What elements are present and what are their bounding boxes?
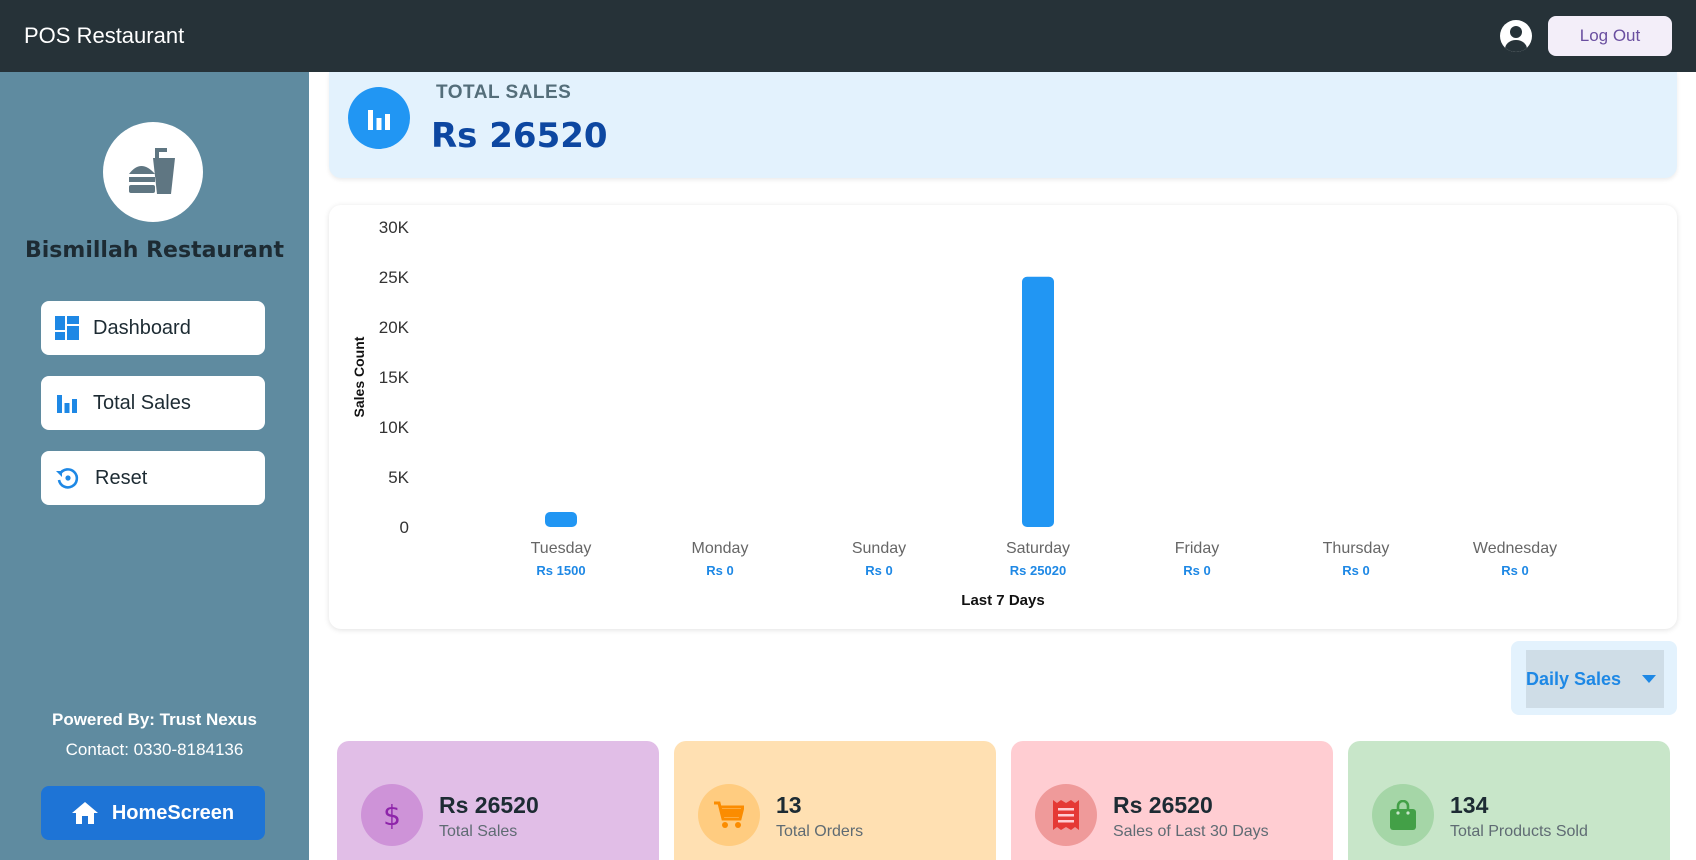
svg-text:$: $: [383, 800, 401, 830]
total-sales-value: Rs 26520: [431, 116, 608, 156]
bar-value-label: Rs 0: [865, 563, 892, 578]
sidebar-item-label: Reset: [95, 466, 148, 489]
reset-icon: [56, 468, 79, 489]
bar-value-label: Rs 0: [1501, 563, 1528, 578]
sales-chart-card: 0 5K 10K 15K 20K 25K 30K Sales Count Tuesday Rs 1…: [329, 205, 1677, 629]
stat-card-sales-30-days: Rs 26520 Sales of Last 30 Days: [1011, 741, 1333, 860]
stat-value: Rs 26520: [1113, 792, 1213, 818]
y-tick-label: 5K: [388, 468, 409, 487]
y-tick-label: 15K: [379, 368, 410, 387]
sidebar-item-label: Total Sales: [93, 391, 191, 414]
x-tick-label: Saturday: [1006, 540, 1070, 557]
chart-bar: [1022, 276, 1054, 527]
stat-label: Total Products Sold: [1450, 823, 1588, 840]
bar-chart-icon: [57, 395, 77, 413]
receipt-icon: [1035, 784, 1097, 846]
y-tick-label: 25K: [379, 268, 410, 287]
logout-button[interactable]: Log Out: [1548, 16, 1672, 56]
sidebar-item-dashboard[interactable]: Dashboard: [41, 301, 265, 355]
app-title: POS Restaurant: [24, 23, 185, 48]
x-tick-label: Sunday: [852, 540, 906, 557]
stat-label: Sales of Last 30 Days: [1113, 823, 1269, 840]
x-tick-label: Friday: [1175, 540, 1219, 557]
top-bar-actions: Log Out: [1500, 16, 1672, 56]
sidebar-item-label: Dashboard: [93, 316, 191, 339]
restaurant-logo: [103, 122, 203, 222]
bar-value-label: Rs 0: [1183, 563, 1210, 578]
account-circle-icon[interactable]: [1500, 20, 1532, 52]
bar-value-label: Rs 1500: [536, 563, 585, 578]
powered-by-text: Powered By: Trust Nexus: [51, 710, 257, 729]
total-sales-card: TOTAL SALES Rs 26520: [329, 72, 1677, 178]
x-axis-label: Last 7 Days: [961, 592, 1044, 609]
x-tick-label: Tuesday: [531, 540, 592, 557]
stat-label: Total Orders: [776, 823, 864, 840]
sidebar-item-reset[interactable]: Reset: [41, 451, 265, 505]
sales-period-value: Daily Sales: [1526, 668, 1622, 689]
restaurant-name: Bismillah Restaurant: [25, 238, 284, 263]
homescreen-label: HomeScreen: [111, 801, 235, 824]
sales-period-select[interactable]: Daily Sales: [1526, 650, 1664, 708]
cart-icon: [698, 784, 760, 846]
x-tick-label: Thursday: [1323, 540, 1390, 557]
stat-value: 134: [1450, 792, 1489, 818]
bar-value-label: Rs 0: [1342, 563, 1369, 578]
dashboard-icon: [55, 316, 79, 340]
sales-bar-chart: 0 5K 10K 15K 20K 25K 30K Sales Count Tuesday Rs 1…: [351, 218, 1557, 609]
dollar-icon: $: [361, 784, 423, 846]
y-tick-label: 0: [400, 518, 409, 537]
y-tick-label: 10K: [379, 418, 410, 437]
stat-value: Rs 26520: [439, 792, 539, 818]
shopping-bag-icon: [1372, 784, 1434, 846]
y-tick-label: 30K: [379, 218, 410, 237]
sidebar-item-total-sales[interactable]: Total Sales: [41, 376, 265, 430]
total-sales-label: TOTAL SALES: [436, 82, 572, 103]
x-tick-label: Wednesday: [1473, 540, 1557, 557]
chart-bar: [545, 512, 577, 527]
chevron-down-icon: [1642, 675, 1656, 683]
stat-value: 13: [776, 792, 802, 818]
sales-filter-container: Daily Sales: [1511, 641, 1677, 715]
top-bar: POS Restaurant Log Out: [0, 0, 1696, 72]
fastfood-icon: [129, 148, 175, 194]
stat-label: Total Sales: [439, 823, 518, 840]
y-axis-label: Sales Count: [351, 336, 367, 417]
contact-text: Contact: 0330-8184136: [65, 740, 244, 759]
bar-chart-icon: [348, 87, 410, 149]
stat-card-total-orders: 13 Total Orders: [674, 741, 996, 860]
y-tick-label: 20K: [379, 318, 410, 337]
homescreen-button[interactable]: HomeScreen: [41, 786, 265, 840]
bar-value-label: Rs 0: [706, 563, 733, 578]
home-icon: [71, 802, 98, 824]
stat-card-products-sold: 134 Total Products Sold: [1348, 741, 1670, 860]
stat-card-total-sales: $ Rs 26520 Total Sales: [337, 741, 659, 860]
x-tick-label: Monday: [692, 540, 749, 557]
sidebar: Bismillah Restaurant Dashboard Total Sal…: [0, 72, 309, 860]
bar-value-label: Rs 25020: [1010, 563, 1066, 578]
